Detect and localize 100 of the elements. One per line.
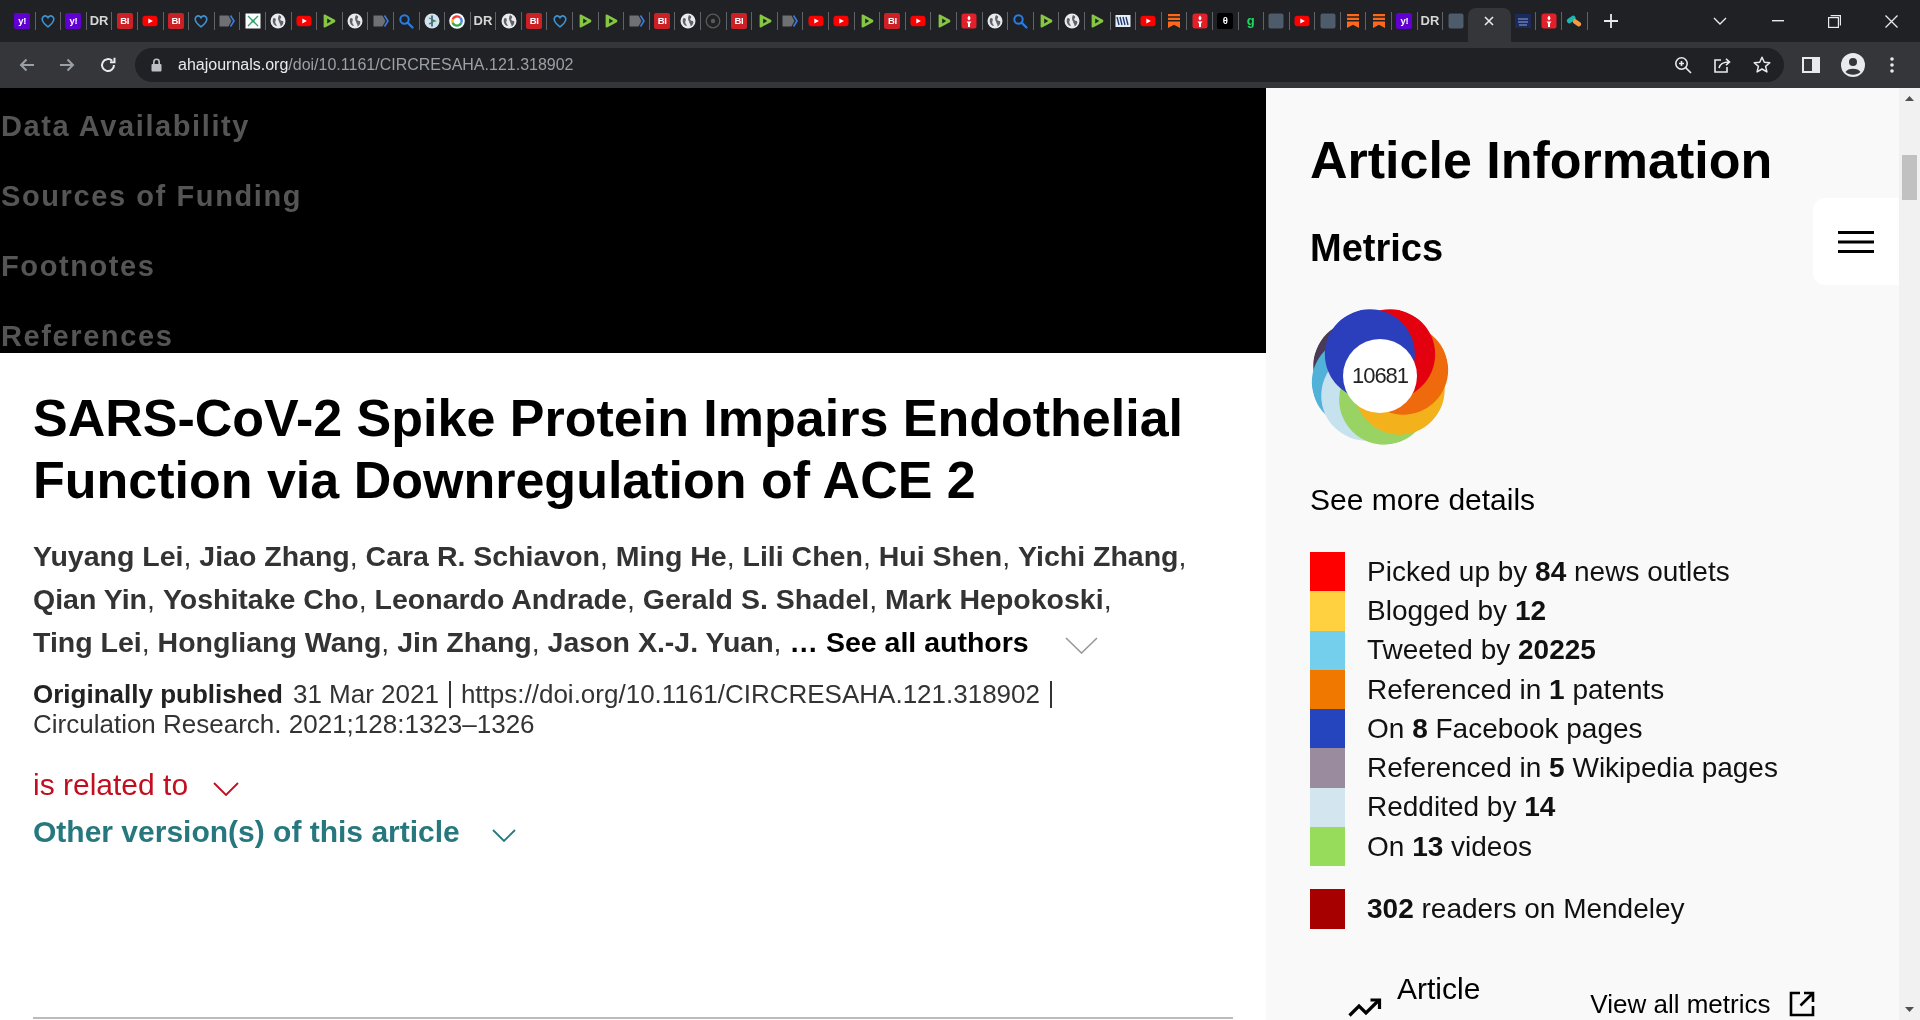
browser-tab[interactable]: BI (649, 8, 675, 42)
close-icon[interactable] (1885, 14, 1898, 28)
metric-text: Tweeted by 20225 (1367, 633, 1596, 668)
heart-icon (551, 13, 568, 29)
panel-heading: Article Information (1310, 130, 1773, 190)
photo-thumbnail-icon (1447, 13, 1464, 29)
letter-logo-icon: y! (1396, 13, 1413, 29)
globe-icon (270, 13, 287, 29)
letter-logo-icon: BI (116, 13, 133, 29)
back-arrow-icon[interactable] (18, 56, 36, 74)
url-text[interactable]: ahajournals.org/doi/10.1161/CIRCRESAHA.121.318902 (178, 55, 574, 75)
browser-tab[interactable]: BI (726, 8, 752, 42)
metric-text: On 8 Facebook pages (1367, 711, 1643, 746)
metric-text: Picked up by 84 news outlets (1367, 554, 1730, 589)
photo-thumbnail-icon (1319, 13, 1336, 29)
new-tab-icon[interactable] (1603, 14, 1618, 28)
chevron-tile-icon (628, 13, 645, 29)
metric-text: On 13 videos (1367, 829, 1532, 864)
browser-tab[interactable]: y! (10, 8, 35, 42)
video-play-icon (1140, 13, 1157, 29)
article-metrics-link[interactable]: Article (1348, 971, 1481, 1019)
lock-icon[interactable] (151, 58, 162, 72)
browser-tab[interactable]: BI (163, 8, 189, 42)
letter-logo-icon: DR (89, 13, 109, 29)
browser-tab[interactable]: θ (1212, 8, 1238, 42)
published-date: 31 Mar 2021 (292, 679, 439, 709)
browser-tab[interactable]: DR (470, 8, 496, 42)
scroll-up-icon[interactable] (1905, 96, 1914, 101)
play-icon (1038, 13, 1055, 29)
view-all-metrics-link[interactable]: View all metrics (1590, 988, 1816, 1019)
metric-text: Referenced in 1 patents (1367, 672, 1665, 707)
ring-logo-icon (449, 13, 466, 29)
bookmark-icon (1370, 13, 1387, 29)
tab-close-icon[interactable] (1484, 16, 1495, 26)
other-versions-toggle[interactable]: Other version(s) of this article (33, 814, 516, 850)
emblem-icon (423, 13, 440, 29)
reload-icon[interactable] (99, 56, 117, 74)
letter-logo-icon: y! (65, 13, 82, 29)
see-all-authors-link[interactable]: … See all authors (789, 625, 1098, 658)
section-heading: Metrics (1310, 226, 1444, 270)
scrollbar-thumb[interactable] (1902, 155, 1917, 200)
swirl-ring-icon[interactable] (1310, 306, 1450, 446)
letter-logo-icon: g (1246, 13, 1255, 29)
kebab-menu-icon[interactable] (1890, 57, 1894, 73)
letter-logo-icon: BI (654, 13, 671, 29)
heart-icon (193, 13, 210, 29)
profile-avatar-icon[interactable] (1841, 53, 1865, 77)
video-play-icon (295, 13, 312, 29)
bookmark-icon (1166, 13, 1182, 29)
play-icon (321, 13, 338, 29)
article-title: SARS-CoV-2 Spike Protein Impairs Endothelial Function via Downregulation of ACE 2 (33, 388, 1185, 511)
video-play-icon (1294, 13, 1310, 29)
chevron-tile-icon (219, 13, 236, 29)
metric-text: 302 readers on Mendeley (1367, 892, 1685, 926)
browser-tab[interactable]: y! (61, 8, 86, 42)
browser-tab[interactable]: g (1238, 8, 1264, 42)
video-play-icon (833, 13, 850, 29)
related-toggle[interactable]: is related to (33, 767, 240, 803)
metric-text: Reddited by 14 (1367, 790, 1556, 825)
address-bar[interactable]: ahajournals.org/doi/10.1161/CIRCRESAHA.121.318902 (135, 48, 1784, 82)
letter-logo-icon: DR (1420, 13, 1440, 29)
circle-outline-icon (705, 13, 722, 29)
chevron-down-icon (491, 828, 516, 842)
zoom-in-icon[interactable] (1674, 56, 1692, 74)
letter-logo-icon: BI (884, 13, 901, 29)
bookmark-icon (1345, 13, 1362, 29)
browser-tab[interactable] (1467, 8, 1511, 42)
forward-arrow-icon[interactable] (58, 56, 76, 74)
globe-icon (986, 13, 1003, 29)
browser-tab[interactable]: BI (112, 8, 137, 42)
letter-logo-icon: DR (473, 13, 493, 29)
minimize-icon[interactable] (1771, 20, 1784, 22)
browser-tab[interactable]: y! (1392, 8, 1417, 42)
striped-logo-icon (1114, 13, 1131, 29)
pattern-tile-icon (244, 13, 261, 29)
browser-tab[interactable]: BI (521, 8, 547, 42)
browser-tab[interactable]: DR (86, 8, 112, 42)
chevron-down-icon (1064, 636, 1098, 654)
score-label: 10681 (1351, 364, 1409, 388)
star-icon[interactable] (1753, 56, 1771, 74)
pill-shapes-icon (1566, 13, 1583, 29)
see-more-details-link[interactable]: See more details (1310, 482, 1536, 518)
chevron-down-icon[interactable] (1713, 17, 1727, 25)
video-play-icon (910, 13, 927, 29)
trending-up-icon (1348, 997, 1382, 1017)
photo-thumbnail-icon (1268, 13, 1285, 29)
scrollbar[interactable] (1899, 88, 1920, 1020)
globe-icon (1063, 13, 1080, 29)
play-icon (577, 13, 594, 29)
share-icon[interactable] (1713, 56, 1731, 74)
menu-button[interactable] (1813, 198, 1899, 285)
restore-icon[interactable] (1828, 14, 1841, 28)
browser-tab[interactable]: DR (1417, 8, 1443, 42)
heart-icon (39, 13, 56, 29)
external-link-icon (1789, 990, 1816, 1017)
doi-link[interactable]: https://doi.org/10.1161/CIRCRESAHA.121.318902 (460, 679, 1040, 709)
side-panel-icon[interactable] (1802, 56, 1820, 74)
globe-icon (347, 13, 363, 29)
scroll-down-icon[interactable] (1905, 1007, 1914, 1012)
browser-tab[interactable]: BI (880, 8, 905, 42)
